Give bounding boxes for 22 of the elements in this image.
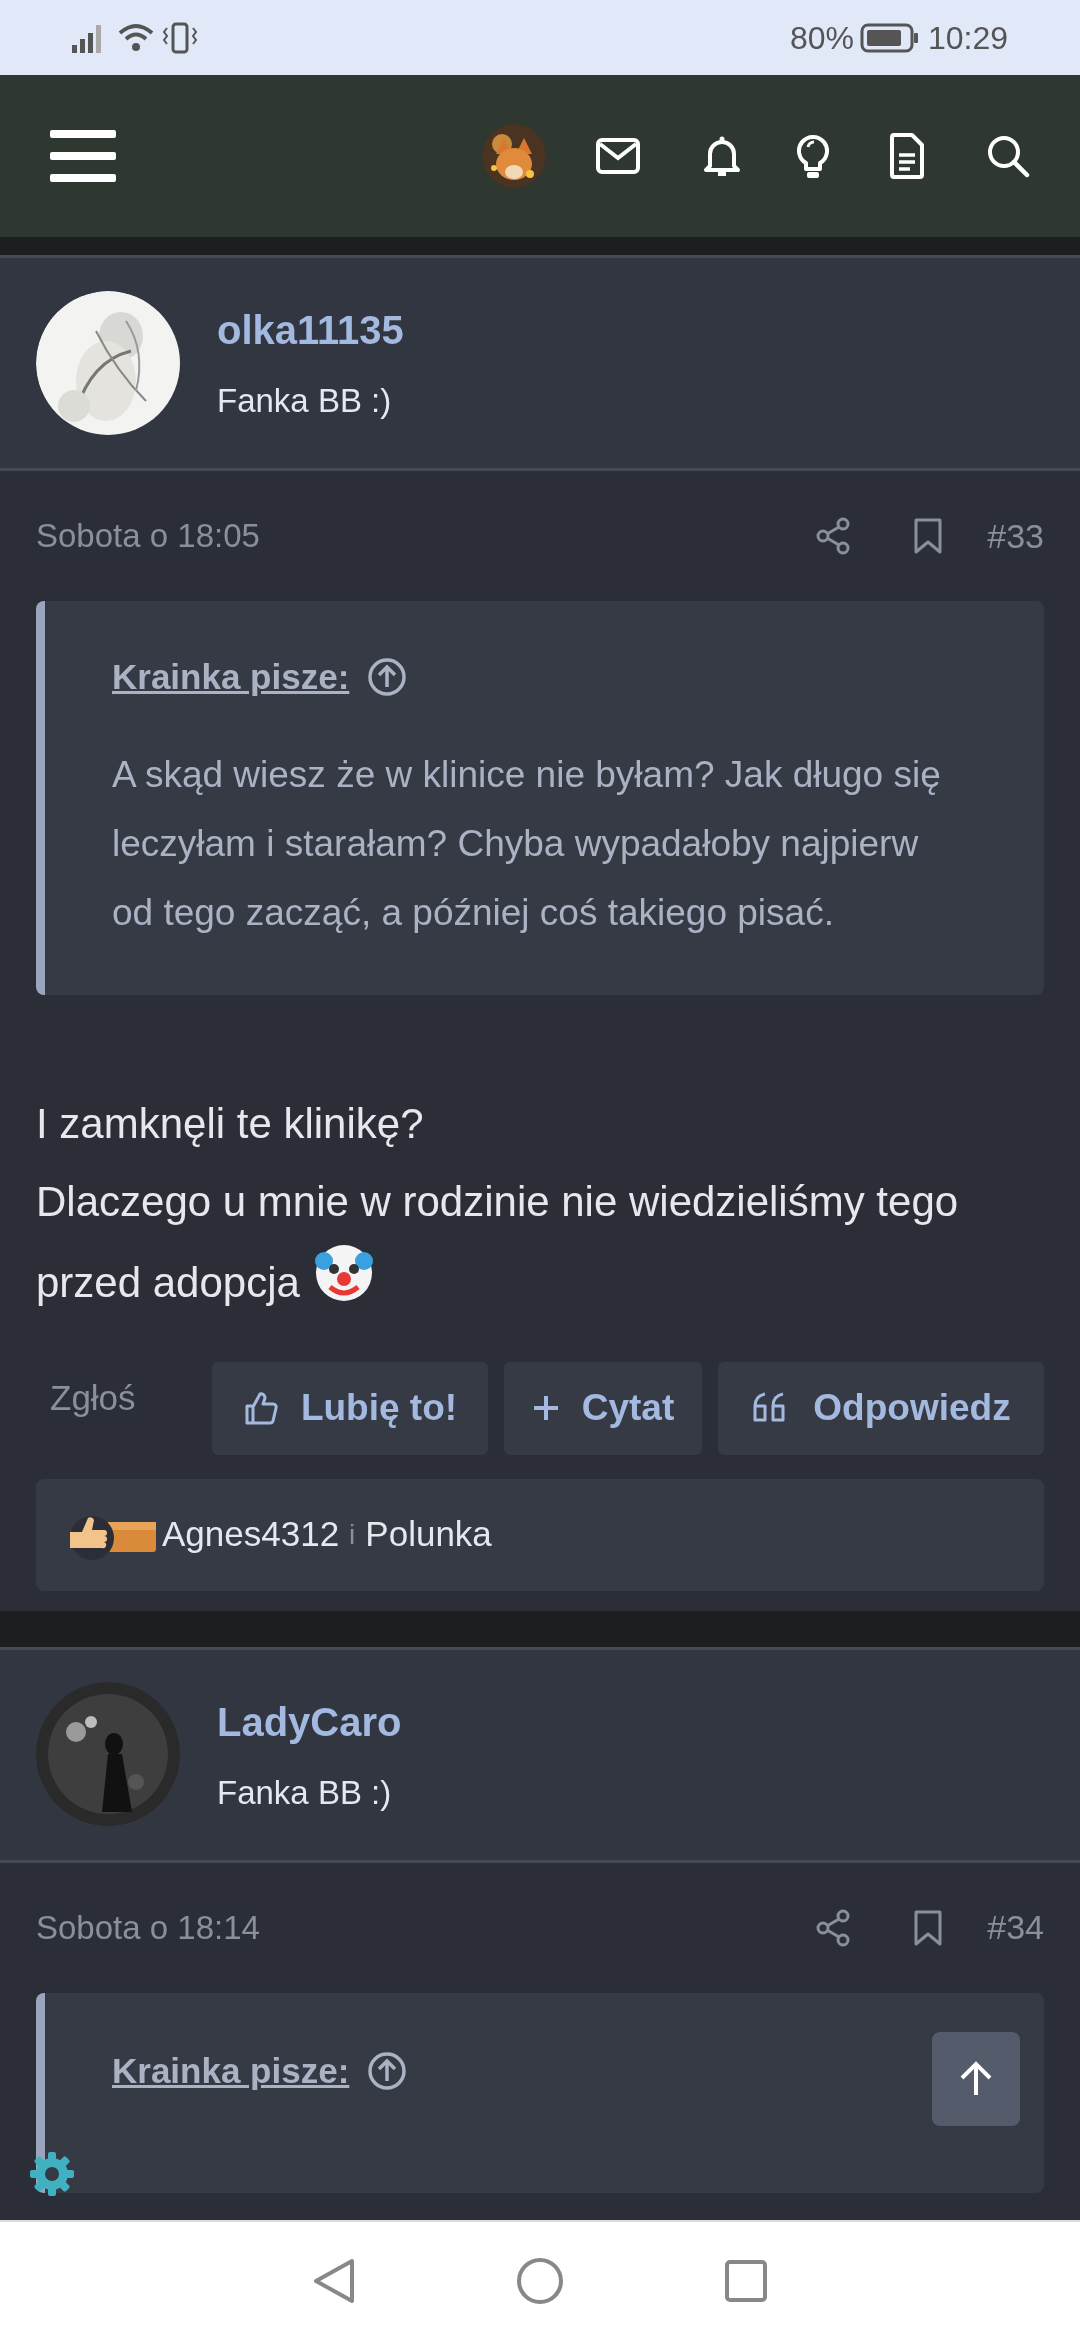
- report-link[interactable]: Zgłoś: [36, 1371, 196, 1445]
- message-text: I zamknęli te klinikę?: [36, 1098, 425, 1149]
- post-date[interactable]: Sobota o 18:14: [36, 1902, 260, 1953]
- battery-percent: 80%: [789, 18, 854, 58]
- post-date[interactable]: Sobota o 18:05: [36, 511, 260, 561]
- separator-text: i: [349, 1517, 356, 1552]
- username[interactable]: LadyCaro: [217, 1691, 402, 1752]
- username[interactable]: olka11135: [217, 300, 404, 361]
- like-button[interactable]: Lubię to!: [212, 1361, 488, 1455]
- user-title: Fanka BB :): [217, 381, 393, 422]
- reaction-user-link[interactable]: Polunka: [365, 1508, 492, 1561]
- quote-button[interactable]: Cytat: [504, 1361, 702, 1455]
- message-text: Dlaczego u mnie w rodzinie nie wiedzieliśmy tego przed adopcja: [36, 1176, 960, 1308]
- quote-text: A skąd wiesz że w klinice nie byłam? Jak długo się leczyłam i starałam? Chyba wypadałoby najpierw od tego zacząć, a później coś takiego pisać.: [112, 752, 942, 935]
- post-number[interactable]: #33: [987, 510, 1044, 562]
- user-title: Fanka BB :): [217, 1772, 393, 1813]
- reply-button[interactable]: Odpowiedz: [718, 1361, 1044, 1455]
- clock: 10:29: [927, 18, 1008, 58]
- reaction-user-link[interactable]: Agnes4312: [162, 1508, 340, 1561]
- quote-author-link[interactable]: Krainka pisze:: [112, 651, 350, 704]
- post-number[interactable]: #34: [987, 1902, 1044, 1953]
- quote-author-link[interactable]: Krainka pisze:: [112, 2044, 350, 2097]
